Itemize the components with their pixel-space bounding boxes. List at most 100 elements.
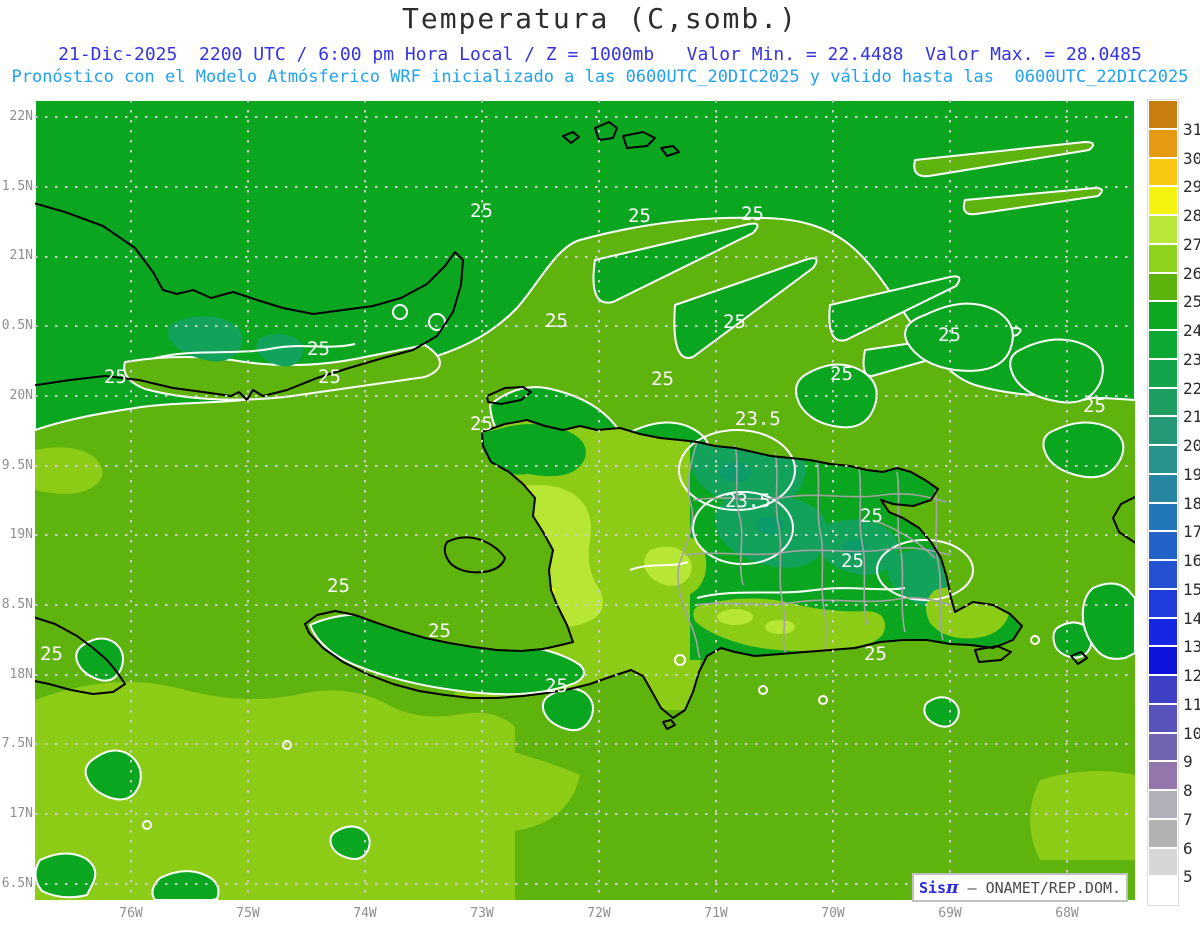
colorbar-cell (1148, 445, 1178, 474)
colorbar-label: 12 (1183, 666, 1200, 685)
colorbar-cell (1148, 703, 1178, 733)
x-tick-label: 75W (236, 906, 260, 921)
weather-chart-page: Temperatura (C,somb.) 21-Dic-2025 2200 U… (0, 0, 1200, 927)
colorbar-cell (1148, 387, 1178, 417)
colorbar-label: 11 (1183, 694, 1200, 714)
colorbar-label: 30 (1183, 148, 1200, 168)
colorbar-label: 22 (1183, 378, 1200, 398)
contour-label-25: 25 (307, 338, 330, 360)
colorbar-label: 26 (1183, 263, 1200, 283)
colorbar-cell (1148, 531, 1178, 560)
colorbar-cell (1148, 588, 1178, 618)
credit-box: Sisπ – ONAMET/REP.DOM. (912, 873, 1128, 902)
colorbar-cell (1148, 473, 1178, 503)
pi-symbol: π (946, 877, 959, 898)
x-tick-label: 76W (119, 906, 143, 921)
colorbar-cell (1148, 876, 1178, 905)
contour-label-25: 25 (327, 575, 350, 597)
page-title: Temperatura (C,somb.) (401, 2, 798, 35)
contour-label-23.5: 23.5 (735, 408, 781, 430)
contour-label-25: 25 (545, 310, 568, 332)
y-tick-label: 9.5N (1, 457, 33, 473)
map-plot-area: 25 25 25 25 25 25 25 25 25 25 25 25 25 23.5 23.5 25 25 25… (35, 100, 1135, 900)
colorbar-label: 27 (1183, 234, 1200, 254)
y-tick-label: 20N (9, 387, 33, 403)
y-tick-label: 18N (9, 666, 33, 682)
colorbar-label: 17 (1183, 522, 1200, 542)
contour-label-25: 25 (545, 675, 568, 697)
colorbar-cell (1148, 215, 1178, 244)
colorbar-label: 29 (1183, 177, 1200, 197)
colorbar-cell (1148, 675, 1178, 704)
colorbar-label: 31 (1183, 119, 1200, 139)
colorbar-cell (1148, 732, 1178, 762)
contour-label-25: 25 (830, 363, 853, 385)
colorbar-cell (1148, 272, 1178, 302)
contour-label-25: 25 (723, 311, 746, 333)
colorbar-label: 25 (1183, 292, 1200, 312)
x-tick-label: 74W (353, 906, 377, 921)
y-tick-label: 19N (9, 527, 33, 543)
contour-label-25: 25 (470, 200, 493, 222)
colorbar-label: 16 (1183, 551, 1200, 570)
contour-label-25: 25 (40, 643, 63, 665)
contour-label-25: 25 (938, 324, 961, 346)
y-tick-label: 1.5N (1, 178, 33, 194)
colorbar-label: 14 (1183, 608, 1200, 628)
colorbar-cell (1148, 330, 1178, 359)
contour-label-25: 25 (841, 550, 864, 572)
colorbar-label: 23 (1183, 349, 1200, 369)
contour-label-25: 25 (428, 620, 451, 642)
x-tick-label: 71W (704, 906, 728, 921)
x-tick-label: 73W (470, 906, 494, 921)
y-tick-label: 6.5N (1, 875, 33, 891)
contour-label-25: 25 (741, 203, 764, 225)
colorbar-label: 8 (1183, 781, 1193, 800)
colorbar-label: 24 (1183, 321, 1200, 340)
y-tick-label: 21N (9, 248, 33, 264)
colorbar-label: 28 (1183, 206, 1200, 225)
colorbar-label: 13 (1183, 637, 1200, 657)
colorbar-label: 19 (1183, 464, 1200, 484)
colorbar-cell (1148, 358, 1178, 388)
y-tick-label: 17N (9, 806, 33, 821)
colorbar-cell (1148, 790, 1178, 819)
colorbar-label: 6 (1183, 838, 1193, 858)
colorbar-cell (1148, 416, 1178, 445)
colorbar-cell (1148, 560, 1178, 589)
y-tick-label: 7.5N (1, 736, 33, 752)
colorbar-cell (1148, 243, 1178, 273)
x-tick-label: 72W (587, 906, 611, 921)
credit-text: – ONAMET/REP.DOM. (958, 878, 1122, 897)
contour-label-25: 25 (864, 643, 887, 665)
sispi-logo: Sisπ (918, 877, 959, 898)
contour-label-25: 25 (470, 413, 493, 435)
colorbar-label: 20 (1183, 436, 1200, 455)
contour-label-25: 25 (651, 368, 674, 390)
contour-label-25: 25 (628, 205, 651, 227)
colorbar-cell (1148, 502, 1178, 532)
contour-label-25: 25 (104, 366, 127, 388)
colorbar-cell (1148, 186, 1178, 215)
temperature-contour-map: 25 25 25 25 25 25 25 25 25 25 25 25 25 23.5 23.5 25 25 25… (35, 100, 1135, 900)
x-tick-label: 70W (821, 906, 845, 921)
contour-label-23.5: 23.5 (725, 490, 771, 512)
x-tick-label: 69W (938, 906, 962, 921)
colorbar-cell (1148, 128, 1178, 158)
model-info-line: Pronóstico con el Modelo Atmósferico WRF… (11, 67, 1189, 87)
colorbar-label: 15 (1183, 579, 1200, 599)
y-tick-label: 8.5N (1, 596, 33, 612)
contour-label-25: 25 (1083, 395, 1106, 417)
colorbar-label: 9 (1183, 752, 1193, 772)
colorbar-cell (1148, 301, 1178, 330)
colorbar-label: 18 (1183, 493, 1200, 513)
contour-label-25: 25 (318, 366, 341, 388)
x-tick-label: 68W (1055, 906, 1079, 921)
colorbar-cell (1148, 818, 1178, 848)
forecast-time-line: 21-Dic-2025 2200 UTC / 6:00 pm Hora Loca… (58, 44, 1142, 65)
colorbar-cell (1148, 100, 1178, 129)
temperature-colorbar (1147, 99, 1179, 906)
colorbar-label: 21 (1183, 407, 1200, 427)
colorbar-label: 10 (1183, 723, 1200, 743)
colorbar-cell (1148, 761, 1178, 790)
